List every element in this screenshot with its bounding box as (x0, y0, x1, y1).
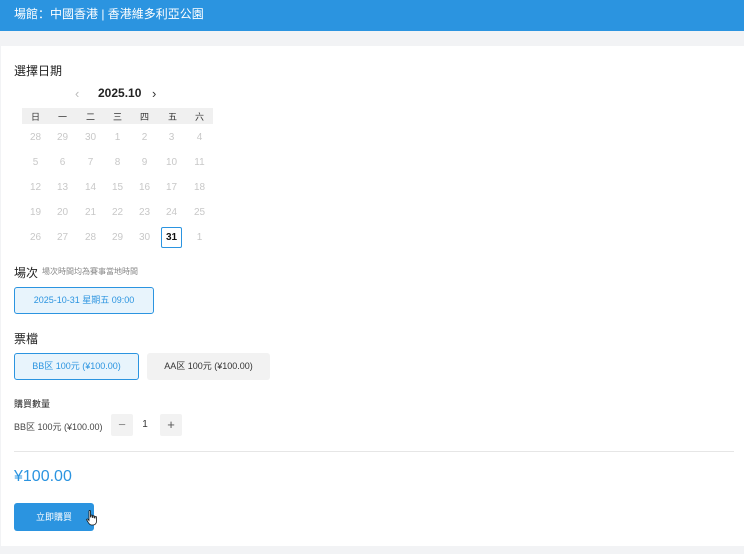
chevron-right-icon[interactable]: › (152, 86, 156, 101)
quantity-minus-button[interactable]: − (111, 414, 133, 436)
calendar-day[interactable]: 28 (80, 227, 101, 248)
venue-text: 場館：中國香港 | 香港維多利亞公園 (14, 7, 204, 21)
calendar-day[interactable]: 30 (134, 227, 155, 248)
calendar-month: 2025.10 (98, 86, 142, 100)
calendar-day[interactable]: 13 (52, 177, 73, 198)
calendar-day[interactable]: 6 (52, 152, 73, 173)
calendar-day[interactable]: 7 (80, 152, 101, 173)
quantity-label: 購買數量 (14, 399, 51, 409)
calendar-day[interactable]: 10 (161, 152, 182, 173)
calendar-day[interactable]: 20 (52, 202, 73, 223)
quantity-value[interactable]: 1 (138, 419, 152, 430)
calendar-day[interactable]: 3 (161, 127, 182, 148)
weekday-label: 一 (57, 112, 67, 122)
calendar-day[interactable]: 28 (25, 127, 46, 148)
calendar-day[interactable]: 30 (80, 127, 101, 148)
calendar-day[interactable]: 21 (80, 202, 101, 223)
calendar-day[interactable]: 29 (52, 127, 73, 148)
calendar-day[interactable]: 17 (161, 177, 182, 198)
calendar-day[interactable]: 1 (189, 227, 210, 248)
calendar-day[interactable]: 14 (80, 177, 101, 198)
calendar-day[interactable]: 12 (25, 177, 46, 198)
calendar-day[interactable]: 16 (134, 177, 155, 198)
calendar-day[interactable]: 8 (107, 152, 128, 173)
calendar-day[interactable]: 22 (107, 202, 128, 223)
ticket-option-aa[interactable]: AA区 100元 (¥100.00) (147, 353, 270, 380)
calendar-day[interactable]: 5 (25, 152, 46, 173)
calendar-day[interactable]: 19 (25, 202, 46, 223)
chevron-left-icon[interactable]: ‹ (75, 86, 79, 101)
calendar-day[interactable]: 15 (107, 177, 128, 198)
weekday-label: 六 (194, 112, 204, 122)
calendar-day[interactable]: 2 (134, 127, 155, 148)
calendar-day[interactable]: 27 (52, 227, 73, 248)
calendar-day[interactable]: 29 (107, 227, 128, 248)
buy-now-button[interactable]: 立即購買 (14, 503, 94, 531)
weekday-label: 四 (139, 112, 149, 122)
quantity-plus-button[interactable]: + (160, 414, 182, 436)
calendar-day[interactable]: 18 (189, 177, 210, 198)
calendar-day[interactable]: 4 (189, 127, 210, 148)
calendar-day[interactable]: 23 (134, 202, 155, 223)
ticket-tier-label: 票檔 (14, 332, 39, 346)
hand-cursor-icon (86, 510, 97, 526)
calendar-day[interactable]: 26 (25, 227, 46, 248)
date-section-label: 選擇日期 (14, 64, 63, 78)
venue-bar: 場館：中國香港 | 香港維多利亞公園 (0, 0, 744, 31)
weekday-label: 五 (167, 112, 177, 122)
session-option[interactable]: 2025-10-31 星期五 09:00 (14, 287, 154, 314)
calendar-day[interactable]: 25 (189, 202, 210, 223)
ticket-option-bb[interactable]: BB区 100元 (¥100.00) (14, 353, 139, 380)
weekday-label: 三 (112, 112, 122, 122)
divider (14, 451, 734, 452)
calendar-day[interactable]: 9 (134, 152, 155, 173)
calendar-day[interactable]: 1 (107, 127, 128, 148)
calendar-day[interactable]: 24 (161, 202, 182, 223)
quantity-item-name: BB区 100元 (¥100.00) (14, 422, 103, 432)
weekday-label: 二 (85, 112, 95, 122)
total-price: ¥100.00 (14, 468, 72, 485)
session-label: 場次 (14, 266, 39, 280)
session-timezone-note: 場次時間均為賽事當地時間 (42, 267, 138, 276)
calendar-day-selected[interactable]: 31 (161, 227, 182, 248)
weekday-label: 日 (30, 112, 40, 122)
calendar-weekday-header: 日 一 二 三 四 五 六 (22, 108, 213, 124)
calendar-day[interactable]: 11 (189, 152, 210, 173)
